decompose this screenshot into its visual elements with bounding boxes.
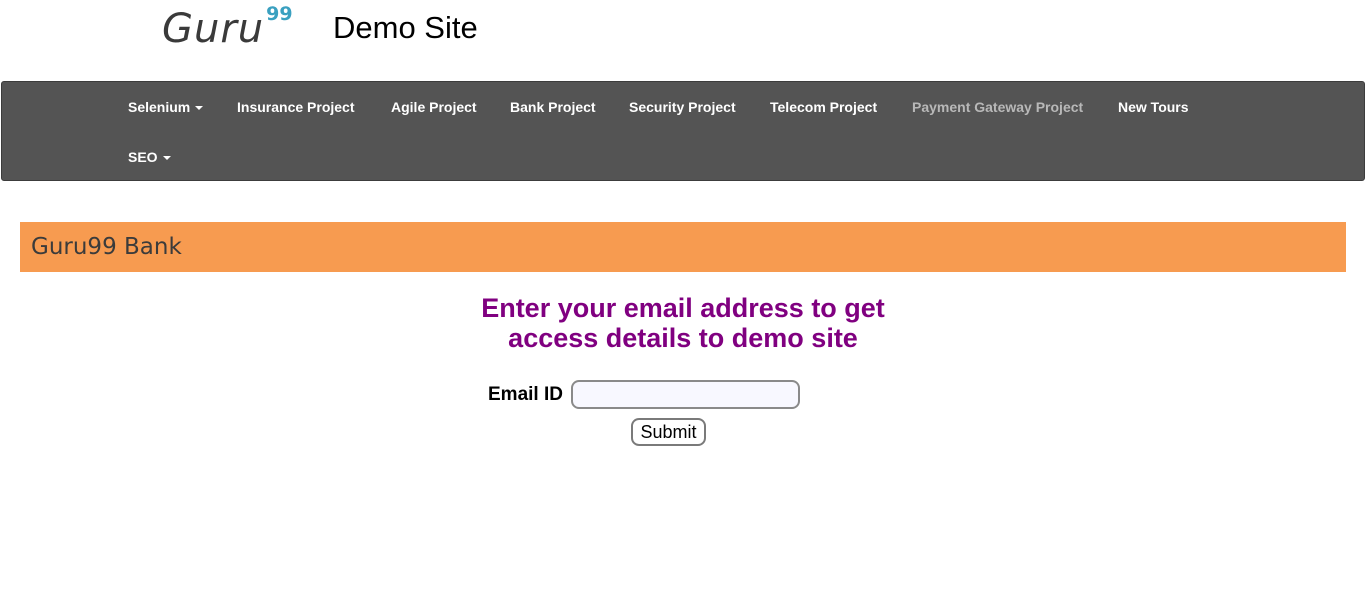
nav-item-bank-project[interactable]: Bank Project bbox=[510, 97, 596, 117]
nav-item-new-tours[interactable]: New Tours bbox=[1118, 97, 1189, 117]
main-navbar: Selenium Insurance Project Agile Project… bbox=[1, 81, 1365, 181]
nav-item-telecom-project[interactable]: Telecom Project bbox=[770, 97, 877, 117]
nav-item-seo[interactable]: SEO bbox=[128, 147, 171, 167]
email-id-label: Email ID bbox=[488, 384, 563, 405]
bank-title: Guru99 Bank bbox=[31, 234, 182, 260]
submit-button[interactable]: Submit bbox=[631, 418, 706, 446]
email-prompt-line-1: Enter your email address to get bbox=[481, 293, 885, 323]
site-title: Demo Site bbox=[333, 10, 478, 45]
email-prompt-line-2: access details to demo site bbox=[508, 323, 858, 353]
caret-down-icon bbox=[162, 156, 171, 161]
nav-item-security-project[interactable]: Security Project bbox=[629, 97, 736, 117]
nav-item-label: SEO bbox=[128, 149, 158, 165]
caret-down-icon bbox=[195, 106, 204, 111]
guru99-logo[interactable]: Guru 99 bbox=[162, 3, 293, 54]
nav-item-insurance-project[interactable]: Insurance Project bbox=[237, 97, 355, 117]
logo-superscript: 99 bbox=[266, 3, 293, 25]
bank-header-bar: Guru99 Bank bbox=[20, 222, 1346, 272]
email-prompt: Enter your email address to get access d… bbox=[383, 293, 983, 353]
nav-item-label: Selenium bbox=[128, 99, 191, 115]
nav-item-selenium[interactable]: Selenium bbox=[128, 97, 204, 117]
nav-item-agile-project[interactable]: Agile Project bbox=[391, 97, 477, 117]
nav-item-payment-gateway-project[interactable]: Payment Gateway Project bbox=[912, 97, 1083, 117]
email-id-input[interactable] bbox=[571, 380, 800, 409]
logo-text: Guru bbox=[162, 6, 265, 52]
